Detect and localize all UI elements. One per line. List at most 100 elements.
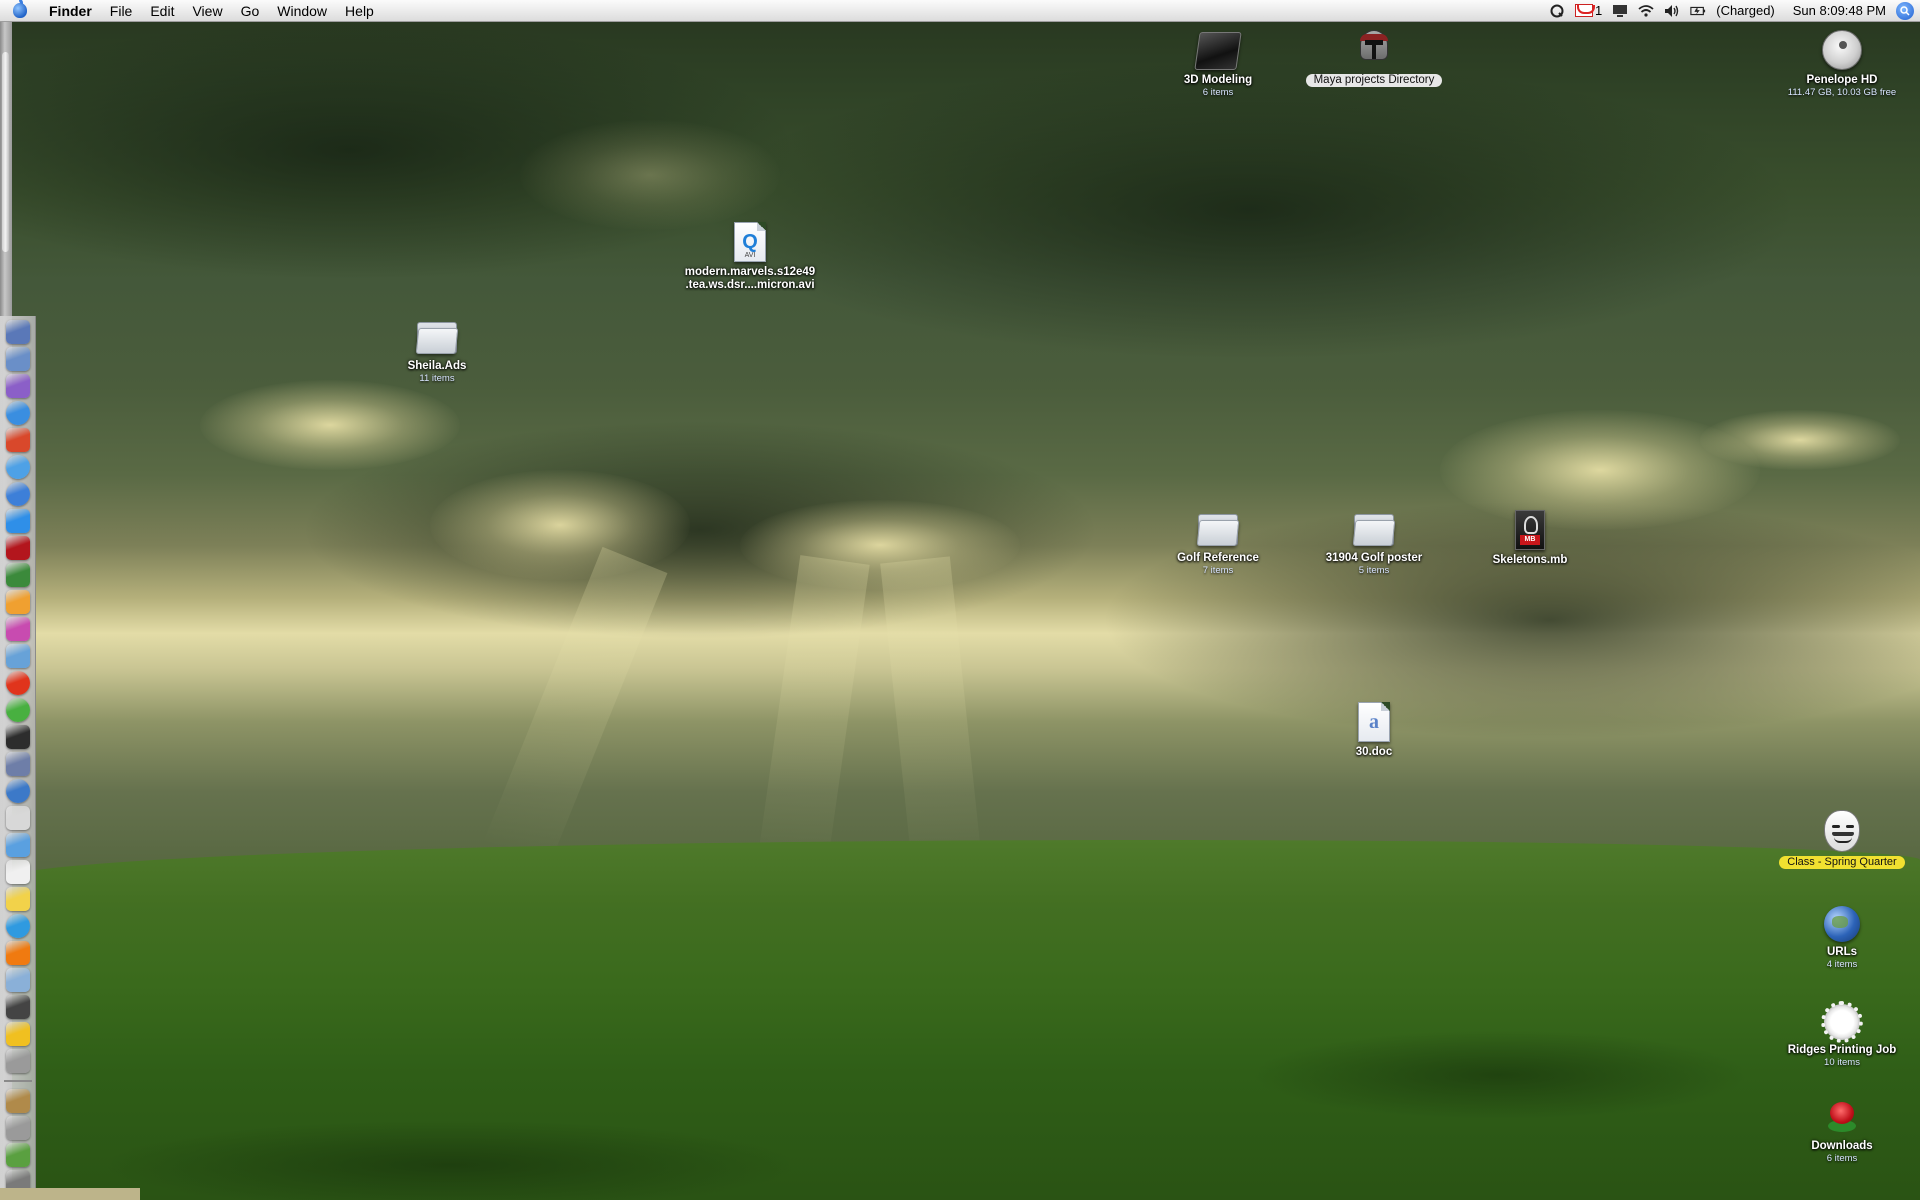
desktop-item-downloads[interactable]: Downloads 6 items [1767, 1098, 1917, 1165]
folder-icon [1196, 510, 1240, 548]
desktop-item-label: Class - Spring Quarter [1779, 856, 1905, 869]
menu-bar: Finder File Edit View Go Window Help 1 (… [0, 0, 1920, 22]
desktop-item-maya-projects[interactable]: Maya projects Directory [1299, 30, 1449, 87]
dock-separator [3, 1080, 32, 1082]
desktop-item-info: 6 items [1202, 87, 1234, 98]
lit-cloud [740, 500, 1020, 590]
battery-status[interactable]: (Charged) [1716, 3, 1775, 18]
desktop-item-label: modern.marvels.s12e49 [684, 266, 816, 278]
dock-app-icon[interactable] [5, 536, 30, 560]
dock-app-icon[interactable] [5, 1022, 30, 1046]
quicksilver-icon[interactable] [1549, 4, 1565, 18]
word-document-icon: a [1358, 702, 1390, 742]
gmail-count: 1 [1595, 3, 1603, 18]
desktop-item-label: 30.doc [1355, 746, 1393, 758]
dock-app-icon[interactable] [5, 860, 30, 884]
dock-stack-icon[interactable] [5, 1116, 30, 1140]
dock-app-icon[interactable] [5, 1049, 30, 1073]
dark-cloud [700, 60, 1800, 360]
apple-menu[interactable] [0, 0, 40, 22]
field-shadow [100, 1120, 800, 1200]
desktop-item-label: Penelope HD [1806, 74, 1878, 86]
desktop-item-info: 111.47 GB, 10.03 GB free [1787, 87, 1897, 98]
dock-app-icon[interactable] [5, 428, 30, 452]
dock-app-icon[interactable] [5, 698, 30, 722]
maya-file-icon: MB [1515, 510, 1545, 550]
display-icon[interactable] [1612, 4, 1628, 18]
bottom-edge-strip [0, 1188, 140, 1200]
dock-app-icon[interactable] [5, 590, 30, 614]
dock-app-icon[interactable] [5, 482, 30, 506]
desktop-item-label: Golf Reference [1177, 552, 1259, 564]
desktop-item-skeletons-mb[interactable]: MB Skeletons.mb [1455, 510, 1605, 567]
dock-app-icon[interactable] [5, 887, 30, 911]
desktop-item-golf-poster[interactable]: 31904 Golf poster 5 items [1299, 510, 1449, 577]
dock-app-icon[interactable] [5, 347, 30, 371]
menu-help[interactable]: Help [336, 0, 383, 22]
video-file-icon: Q AVI [734, 222, 766, 262]
gmail-icon [1575, 4, 1593, 17]
desktop-item-info: 10 items [1824, 1057, 1860, 1068]
dock-app-icon[interactable] [5, 509, 30, 533]
dock-app-icon[interactable] [5, 779, 30, 803]
menu-file[interactable]: File [101, 0, 142, 22]
mask-icon [1824, 810, 1860, 852]
desktop-item-info: 4 items [1826, 959, 1858, 970]
spotlight-icon[interactable] [1896, 1, 1914, 20]
helmet-icon [1357, 30, 1391, 70]
desktop-item-penelope-hd[interactable]: Penelope HD 111.47 GB, 10.03 GB free [1767, 30, 1917, 99]
menu-edit[interactable]: Edit [141, 0, 183, 22]
dock-app-icon[interactable] [5, 617, 30, 641]
desktop-item-class-spring-quarter[interactable]: Class - Spring Quarter [1767, 810, 1917, 869]
desktop-item-ridges-printing-job[interactable]: Ridges Printing Job 10 items [1767, 1001, 1917, 1069]
lit-cloud [430, 470, 690, 580]
dock-app-icon[interactable] [5, 806, 30, 830]
dock-app-icon[interactable] [5, 752, 30, 776]
desktop-item-info: 11 items [419, 373, 455, 384]
dock-stack-icon[interactable] [5, 1143, 30, 1167]
dock-app-icon[interactable] [5, 401, 30, 425]
dock-app-icon[interactable] [5, 725, 30, 749]
dock-app-icon[interactable] [5, 941, 30, 965]
volume-icon[interactable] [1664, 4, 1680, 18]
dock-app-icon[interactable] [5, 671, 30, 695]
desktop-item-sheila-ads[interactable]: Sheila.Ads 11 items [362, 318, 512, 385]
menu-finder[interactable]: Finder [40, 0, 101, 22]
menu-view[interactable]: View [183, 0, 231, 22]
menu-go[interactable]: Go [232, 0, 269, 22]
dock-app-icon[interactable] [5, 563, 30, 587]
dock-app-icon[interactable] [5, 320, 30, 344]
desktop-item-label: .tea.ws.dsr....micron.avi [685, 279, 815, 291]
wifi-icon[interactable] [1638, 4, 1654, 18]
desktop-item-label: 3D Modeling [1183, 74, 1253, 86]
battery-icon[interactable] [1690, 4, 1706, 18]
gmail-notifier[interactable]: 1 [1575, 3, 1602, 18]
dock [0, 316, 36, 1200]
menu-window[interactable]: Window [268, 0, 336, 22]
desktop-item-label: Sheila.Ads [407, 360, 467, 372]
desktop-item-label: Maya projects Directory [1305, 74, 1443, 87]
dock-app-icon[interactable] [5, 968, 30, 992]
status-menus: 1 (Charged) Sun 8:09:48 PM [1549, 0, 1920, 22]
dock-stack-icon[interactable] [5, 1089, 30, 1113]
desktop-item-label: Skeletons.mb [1492, 554, 1568, 566]
rose-icon [1823, 1098, 1861, 1136]
desktop-item-avi-file[interactable]: Q AVI modern.marvels.s12e49 .tea.ws.dsr.… [674, 222, 826, 292]
dock-app-icon[interactable] [5, 995, 30, 1019]
hard-drive-icon [1822, 30, 1862, 70]
dock-app-icon[interactable] [5, 833, 30, 857]
dock-app-icon[interactable] [5, 374, 30, 398]
menubar-clock[interactable]: Sun 8:09:48 PM [1793, 3, 1886, 18]
lit-cloud [1700, 410, 1900, 470]
dock-app-icon[interactable] [5, 455, 30, 479]
dock-app-icon[interactable] [5, 914, 30, 938]
desktop-item-30-doc[interactable]: a 30.doc [1299, 702, 1449, 759]
folder-icon [1194, 32, 1242, 70]
edge-scrollbar[interactable] [2, 52, 9, 252]
folder-icon [1352, 510, 1396, 548]
desktop-item-label: 31904 Golf poster [1325, 552, 1423, 564]
desktop-item-3d-modeling[interactable]: 3D Modeling 6 items [1143, 32, 1293, 99]
desktop-item-golf-reference[interactable]: Golf Reference 7 items [1143, 510, 1293, 577]
desktop-item-urls[interactable]: URLs 4 items [1767, 906, 1917, 971]
dock-app-icon[interactable] [5, 644, 30, 668]
